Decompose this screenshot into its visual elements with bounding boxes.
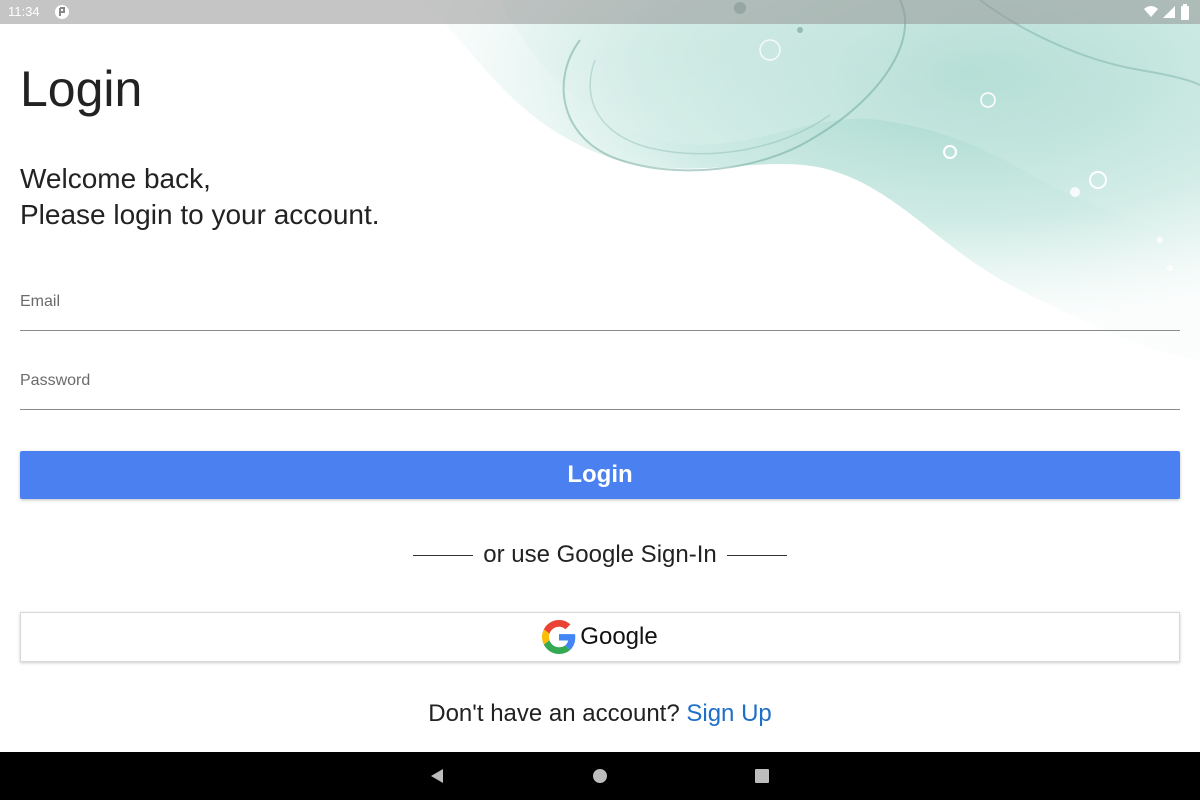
status-time: 11:34 — [8, 4, 40, 19]
divider-line-right — [726, 554, 787, 556]
home-circle-icon[interactable] — [590, 766, 610, 786]
status-bar: 11:34 — [0, 0, 1200, 24]
welcome-message: Welcome back, Please login to your accou… — [20, 161, 380, 233]
signup-row: Don't have an account? Sign Up — [0, 700, 1200, 728]
welcome-line-2: Please login to your account. — [20, 199, 380, 230]
google-signin-button[interactable]: Google — [20, 612, 1180, 662]
back-triangle-icon[interactable] — [427, 766, 447, 786]
recents-square-icon[interactable] — [752, 766, 772, 786]
password-field[interactable]: Password — [20, 369, 1180, 410]
page-title: Login — [20, 61, 143, 117]
email-label: Email — [20, 293, 61, 310]
google-signin-divider: or use Google Sign-In — [0, 538, 1200, 572]
login-button[interactable]: Login — [20, 451, 1180, 499]
battery-icon — [1181, 4, 1189, 20]
signup-link[interactable]: Sign Up — [686, 700, 771, 727]
navigation-bar — [0, 752, 1200, 800]
google-logo-icon — [542, 620, 576, 654]
welcome-line-1: Welcome back, — [20, 163, 211, 194]
signup-prompt: Don't have an account? — [428, 700, 680, 727]
divider-line-left — [413, 554, 474, 556]
status-icons — [1143, 4, 1190, 20]
password-label: Password — [20, 372, 91, 389]
login-screen: 11:34 Login Welcome back, Please login t… — [0, 0, 1200, 800]
wifi-icon — [1143, 6, 1158, 17]
email-field[interactable]: Email — [20, 290, 1180, 331]
app-notification-icon — [55, 5, 69, 19]
cell-signal-icon — [1163, 6, 1176, 18]
divider-text: or use Google Sign-In — [483, 541, 717, 568]
google-label: Google — [580, 623, 658, 650]
